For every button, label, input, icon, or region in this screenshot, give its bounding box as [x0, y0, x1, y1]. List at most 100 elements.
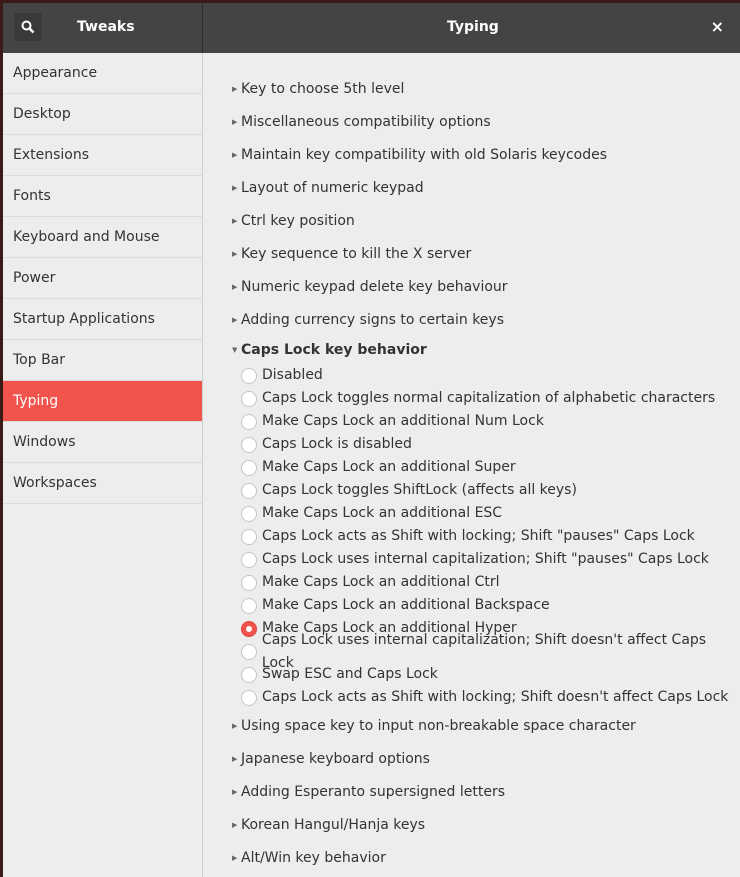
- radio-button[interactable]: [241, 689, 257, 706]
- section-expander[interactable]: ▶ Using space key to input non-breakable …: [204, 710, 740, 743]
- radio-button[interactable]: [241, 597, 257, 614]
- radio-button[interactable]: [241, 643, 257, 660]
- section-label: Numeric keypad delete key behaviour: [241, 279, 508, 295]
- radio-option[interactable]: Make Caps Lock an additional Num Lock: [204, 410, 740, 433]
- sidebar-item-extensions[interactable]: Extensions: [3, 135, 202, 176]
- radio-option[interactable]: Caps Lock toggles ShiftLock (affects all…: [204, 479, 740, 502]
- section-label: Ctrl key position: [241, 213, 355, 229]
- radio-button[interactable]: [241, 505, 257, 522]
- triangle-right-icon: ▶: [232, 755, 238, 763]
- radio-option[interactable]: Caps Lock is disabled: [204, 433, 740, 456]
- section-expander[interactable]: ▶ Japanese keyboard options: [204, 743, 740, 776]
- radio-label: Caps Lock toggles ShiftLock (affects all…: [262, 482, 577, 498]
- search-icon: [21, 20, 35, 34]
- radio-label: Make Caps Lock an additional Super: [262, 459, 516, 475]
- radio-option[interactable]: Caps Lock uses internal capitalization; …: [204, 632, 740, 671]
- section-label: Alt/Win key behavior: [241, 850, 386, 866]
- sidebar-item-power[interactable]: Power: [3, 258, 202, 299]
- radio-label: Caps Lock toggles normal capitalization …: [262, 390, 716, 406]
- header-bar: Tweaks Typing ×: [3, 3, 740, 53]
- sidebar-item-windows[interactable]: Windows: [3, 422, 202, 463]
- section-expander[interactable]: ▶ Key to choose 5th level: [204, 73, 740, 106]
- section-label: Layout of numeric keypad: [241, 180, 424, 196]
- section-label: Adding Esperanto supersigned letters: [241, 784, 506, 800]
- radio-button[interactable]: [241, 528, 257, 545]
- sidebar-item-fonts[interactable]: Fonts: [3, 176, 202, 217]
- radio-label: Caps Lock is disabled: [262, 436, 412, 452]
- close-button[interactable]: ×: [711, 17, 724, 36]
- triangle-right-icon: ▶: [232, 316, 238, 324]
- triangle-right-icon: ▶: [232, 151, 238, 159]
- radio-button[interactable]: [241, 413, 257, 430]
- sidebar-item-desktop[interactable]: Desktop: [3, 94, 202, 135]
- section-expander-caps-lock[interactable]: ▼ Caps Lock key behavior: [204, 337, 740, 364]
- radio-label: Caps Lock uses internal capitalization; …: [262, 551, 709, 567]
- section-label: Key sequence to kill the X server: [241, 246, 472, 262]
- triangle-right-icon: ▶: [232, 184, 238, 192]
- triangle-right-icon: ▶: [232, 821, 238, 829]
- sidebar-item-typing[interactable]: Typing: [3, 381, 202, 422]
- sidebar-item-workspaces[interactable]: Workspaces: [3, 463, 202, 504]
- section-expander[interactable]: ▶ Korean Hangul/Hanja keys: [204, 809, 740, 842]
- sidebar-item-top-bar[interactable]: Top Bar: [3, 340, 202, 381]
- triangle-right-icon: ▶: [232, 788, 238, 796]
- radio-button[interactable]: [241, 666, 257, 683]
- radio-button[interactable]: [241, 620, 257, 637]
- triangle-right-icon: ▶: [232, 118, 238, 126]
- section-label: Key to choose 5th level: [241, 81, 405, 97]
- radio-button[interactable]: [241, 482, 257, 499]
- sidebar-header: Tweaks: [3, 3, 203, 53]
- radio-button[interactable]: [241, 574, 257, 591]
- radio-option[interactable]: Caps Lock uses internal capitalization; …: [204, 548, 740, 571]
- section-expander[interactable]: ▶ Miscellaneous compatibility options: [204, 106, 740, 139]
- triangle-right-icon: ▶: [232, 217, 238, 225]
- sidebar-item-appearance[interactable]: Appearance: [3, 53, 202, 94]
- radio-option[interactable]: Caps Lock acts as Shift with locking; Sh…: [204, 525, 740, 548]
- radio-label: Swap ESC and Caps Lock: [262, 666, 438, 682]
- section-expander[interactable]: ▶ Ctrl key position: [204, 205, 740, 238]
- radio-button[interactable]: [241, 367, 257, 384]
- section-label: Using space key to input non-breakable s…: [241, 718, 636, 734]
- triangle-right-icon: ▶: [232, 85, 238, 93]
- section-label: Caps Lock key behavior: [241, 342, 427, 358]
- radio-label: Make Caps Lock an additional ESC: [262, 505, 503, 521]
- section-label: Miscellaneous compatibility options: [241, 114, 491, 130]
- section-expander[interactable]: ▶ Adding Esperanto supersigned letters: [204, 776, 740, 809]
- triangle-right-icon: ▶: [232, 854, 238, 862]
- radio-option[interactable]: Caps Lock toggles normal capitalization …: [204, 387, 740, 410]
- triangle-right-icon: ▶: [232, 722, 238, 730]
- search-button[interactable]: [14, 13, 42, 41]
- typing-settings-panel: ▶ Key to choose 5th level ▶ Miscellaneous c…: [204, 53, 740, 877]
- sidebar-item-startup-applications[interactable]: Startup Applications: [3, 299, 202, 340]
- radio-label: Make Caps Lock an additional Backspace: [262, 597, 550, 613]
- radio-option[interactable]: Make Caps Lock an additional Super: [204, 456, 740, 479]
- radio-button[interactable]: [241, 390, 257, 407]
- sidebar: Appearance Desktop Extensions Fonts Keyboard…: [3, 53, 203, 877]
- radio-button[interactable]: [241, 436, 257, 453]
- section-expander[interactable]: ▶ Alt/Win key behavior: [204, 842, 740, 875]
- section-label: Adding currency signs to certain keys: [241, 312, 504, 328]
- section-label: Maintain key compatibility with old Sola…: [241, 147, 608, 163]
- section-expander[interactable]: ▶ Key sequence to kill the X server: [204, 238, 740, 271]
- radio-label: Caps Lock acts as Shift with locking; Sh…: [262, 528, 695, 544]
- radio-option[interactable]: Disabled: [204, 364, 740, 387]
- radio-label: Make Caps Lock an additional Num Lock: [262, 413, 544, 429]
- section-expander[interactable]: ▶ Numeric keypad delete key behaviour: [204, 271, 740, 304]
- radio-button[interactable]: [241, 459, 257, 476]
- section-expander[interactable]: ▶ Maintain key compatibility with old Sol…: [204, 139, 740, 172]
- radio-option[interactable]: Make Caps Lock an additional Backspace: [204, 594, 740, 617]
- app-title: Tweaks: [77, 19, 135, 35]
- triangle-right-icon: ▶: [232, 283, 238, 291]
- section-expander[interactable]: ▶ Layout of numeric keypad: [204, 172, 740, 205]
- radio-option[interactable]: Caps Lock acts as Shift with locking; Sh…: [204, 686, 740, 709]
- radio-option[interactable]: Make Caps Lock an additional ESC: [204, 502, 740, 525]
- radio-label: Caps Lock acts as Shift with locking; Sh…: [262, 689, 729, 705]
- tweaks-window: Tweaks Typing × Appearance Desktop Extensi…: [3, 3, 740, 877]
- section-label: Japanese keyboard options: [241, 751, 430, 767]
- radio-option[interactable]: Make Caps Lock an additional Ctrl: [204, 571, 740, 594]
- triangle-down-icon: ▼: [232, 346, 238, 354]
- section-expander[interactable]: ▶ Adding currency signs to certain keys: [204, 304, 740, 337]
- radio-button[interactable]: [241, 551, 257, 568]
- page-title: Typing: [447, 19, 499, 35]
- sidebar-item-keyboard-and-mouse[interactable]: Keyboard and Mouse: [3, 217, 202, 258]
